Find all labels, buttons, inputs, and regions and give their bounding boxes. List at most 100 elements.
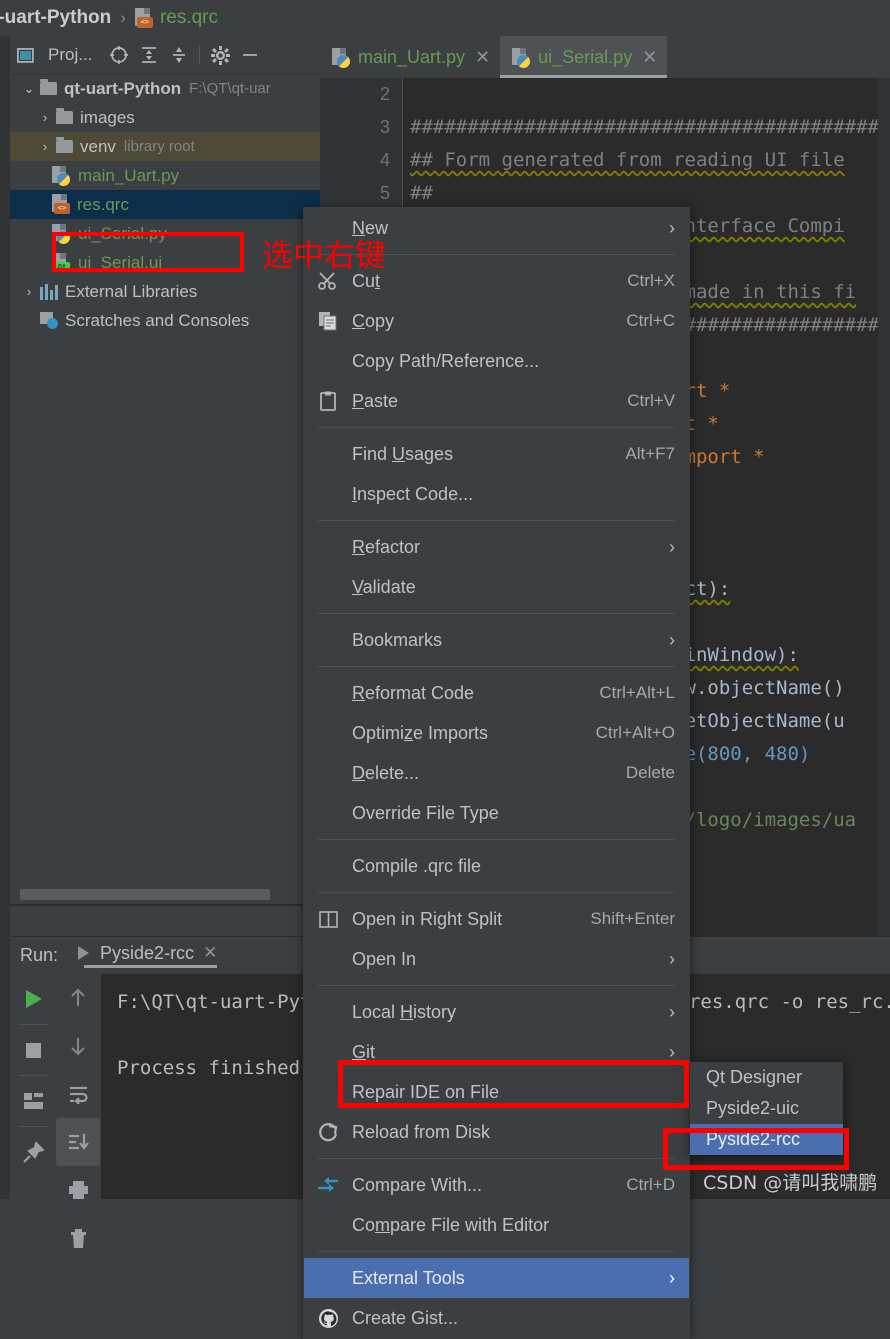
settings-gear-icon[interactable] xyxy=(205,40,235,70)
layout-icon xyxy=(23,1093,43,1109)
run-icon xyxy=(78,946,90,960)
breadcrumb-file[interactable]: res.qrc xyxy=(160,7,218,29)
qrc-file-icon: <> xyxy=(52,194,71,215)
stop-icon xyxy=(25,1042,41,1058)
tree-item-res-qrc[interactable]: <> res.qrc xyxy=(10,190,320,219)
menu-separator xyxy=(318,892,675,893)
menu-item-compile-qrc-file[interactable]: Compile .qrc file xyxy=(304,846,689,886)
run-panel-label: Run: xyxy=(20,944,59,965)
menu-label-create-gist: Create Gist... xyxy=(352,1307,459,1328)
menu-item-copy-path-reference[interactable]: Copy Path/Reference... xyxy=(304,341,689,381)
tree-item-images[interactable]: › images xyxy=(10,103,320,132)
clear-all-button[interactable] xyxy=(56,1214,100,1262)
submenu-item-pyside2-uic[interactable]: Pyside2-uic xyxy=(690,1093,843,1124)
context-menu: New › Cut Ctrl+X Copy Ctrl+C Copy Path/R… xyxy=(303,207,690,1339)
editor-right-gutter[interactable] xyxy=(878,78,890,936)
menu-item-validate[interactable]: Validate xyxy=(304,567,689,607)
annotation-text-select-right-click: 选中右键 xyxy=(262,238,386,274)
menu-accel-copy: Ctrl+C xyxy=(626,311,675,330)
menu-item-copy[interactable]: Copy Ctrl+C xyxy=(304,301,689,341)
menu-label-compare-with: Compare With... xyxy=(352,1174,483,1195)
scroll-up-button[interactable] xyxy=(56,974,100,1022)
python-file-icon xyxy=(512,47,531,68)
expand-all-icon[interactable] xyxy=(134,40,164,70)
menu-item-reload-from-disk[interactable]: Reload from Disk xyxy=(304,1112,689,1152)
locate-icon[interactable] xyxy=(104,40,134,70)
stop-button[interactable] xyxy=(10,1025,56,1075)
tree-label-venv: venv xyxy=(80,136,116,156)
tab-main-uart-py[interactable]: main_Uart.py ✕ xyxy=(320,36,500,78)
hide-panel-icon[interactable] xyxy=(235,40,265,70)
chevron-right-icon: › xyxy=(669,629,675,650)
soft-wrap-button[interactable] xyxy=(56,1070,100,1118)
menu-separator xyxy=(318,985,675,986)
menu-label-override-file-type: Override File Type xyxy=(352,802,499,823)
menu-label-open-in: Open In xyxy=(352,948,417,969)
scroll-to-end-button[interactable] xyxy=(56,1118,100,1166)
tree-item-scratches[interactable]: Scratches and Consoles xyxy=(10,306,320,335)
chevron-right-icon[interactable]: › xyxy=(18,284,40,299)
compare-icon xyxy=(304,1176,352,1194)
pin-button[interactable] xyxy=(10,1127,56,1177)
chevron-right-icon: › xyxy=(669,1001,675,1022)
line-number: 2 xyxy=(379,84,390,104)
scroll-down-button[interactable] xyxy=(56,1022,100,1070)
menu-accel-cut: Ctrl+X xyxy=(627,271,675,290)
chevron-right-icon[interactable]: › xyxy=(34,139,56,154)
menu-item-optimize-imports[interactable]: Optimize Imports Ctrl+Alt+O xyxy=(304,713,689,753)
menu-item-bookmarks[interactable]: Bookmarks › xyxy=(304,620,689,660)
tree-item-external-libraries[interactable]: › External Libraries xyxy=(10,277,320,306)
project-window-icon[interactable] xyxy=(10,40,40,70)
chevron-right-icon[interactable]: › xyxy=(34,110,56,125)
menu-label-find: Find xyxy=(352,443,393,464)
menu-accel-paste: Ctrl+V xyxy=(627,391,675,410)
menu-item-open-in-right-split[interactable]: Open in Right Split Shift+Enter xyxy=(304,899,689,939)
menu-item-external-tools[interactable]: External Tools › xyxy=(304,1258,689,1298)
submenu-item-qt-designer[interactable]: Qt Designer xyxy=(690,1062,843,1093)
python-file-icon xyxy=(332,47,351,68)
menu-separator xyxy=(318,666,675,667)
menu-item-inspect-code[interactable]: Inspect Code... xyxy=(304,474,689,514)
tree-item-venv[interactable]: › venv library root xyxy=(10,132,320,161)
menu-item-reformat-code[interactable]: Reformat Code Ctrl+Alt+L xyxy=(304,673,689,713)
rerun-button[interactable] xyxy=(10,974,56,1024)
breadcrumb-project[interactable]: t-uart-Python xyxy=(0,7,111,29)
tab-ui-serial-py[interactable]: ui_Serial.py ✕ xyxy=(500,36,668,78)
menu-accel-reformat-code: Ctrl+Alt+L xyxy=(599,683,675,702)
project-tree-horizontal-scrollbar[interactable] xyxy=(20,889,270,900)
menu-item-find-usages[interactable]: Find Usages Alt+F7 xyxy=(304,434,689,474)
menu-item-local-history[interactable]: Local History › xyxy=(304,992,689,1032)
menu-item-override-file-type[interactable]: Override File Type xyxy=(304,793,689,833)
collapse-all-icon[interactable] xyxy=(164,40,194,70)
run-tab-pyside2-rcc[interactable]: Pyside2-rcc ✕ xyxy=(76,943,218,968)
print-button[interactable] xyxy=(56,1166,100,1214)
run-left-toolbar xyxy=(10,974,56,1199)
menu-item-delete[interactable]: Delete... Delete xyxy=(304,753,689,793)
layout-button[interactable] xyxy=(10,1076,56,1126)
menu-item-paste[interactable]: Paste Ctrl+V xyxy=(304,381,689,421)
run-tab-close-icon[interactable]: ✕ xyxy=(203,943,217,963)
code-line: ## Form generated from reading UI file xyxy=(410,149,845,171)
python-file-icon xyxy=(52,165,71,186)
down-arrow-icon xyxy=(71,1038,85,1056)
menu-item-create-gist[interactable]: Create Gist... xyxy=(304,1298,689,1338)
menu-item-refactor[interactable]: Refactor › xyxy=(304,527,689,567)
left-tool-strip xyxy=(0,36,10,1199)
menu-accel-delete: Delete xyxy=(625,763,675,782)
tree-item-main-uart-py[interactable]: main_Uart.py xyxy=(10,161,320,190)
menu-item-open-in[interactable]: Open In › xyxy=(304,939,689,979)
menu-item-compare-file-with-editor[interactable]: Compare File with Editor xyxy=(304,1205,689,1245)
chevron-right-icon: › xyxy=(669,948,675,969)
tab-close-icon[interactable]: ✕ xyxy=(475,47,490,68)
menu-label-reformat-code: eformat Code xyxy=(365,682,475,703)
tab-close-icon[interactable]: ✕ xyxy=(642,47,657,68)
project-panel-header: Proj... xyxy=(10,36,320,75)
menu-item-compare-with[interactable]: Compare With... Ctrl+D xyxy=(304,1165,689,1205)
tree-item-project-root[interactable]: ⌄ qt-uart-Python F:\QT\qt-uar xyxy=(10,74,320,103)
scroll-to-end-icon xyxy=(68,1133,89,1150)
tree-label-external-libraries: External Libraries xyxy=(65,281,198,301)
annotation-box-external-tools xyxy=(338,1060,689,1108)
project-panel-title: Proj... xyxy=(48,45,93,64)
watermark-text: CSDN @请叫我啸鹏 xyxy=(703,1172,878,1194)
chevron-down-icon[interactable]: ⌄ xyxy=(18,81,40,97)
